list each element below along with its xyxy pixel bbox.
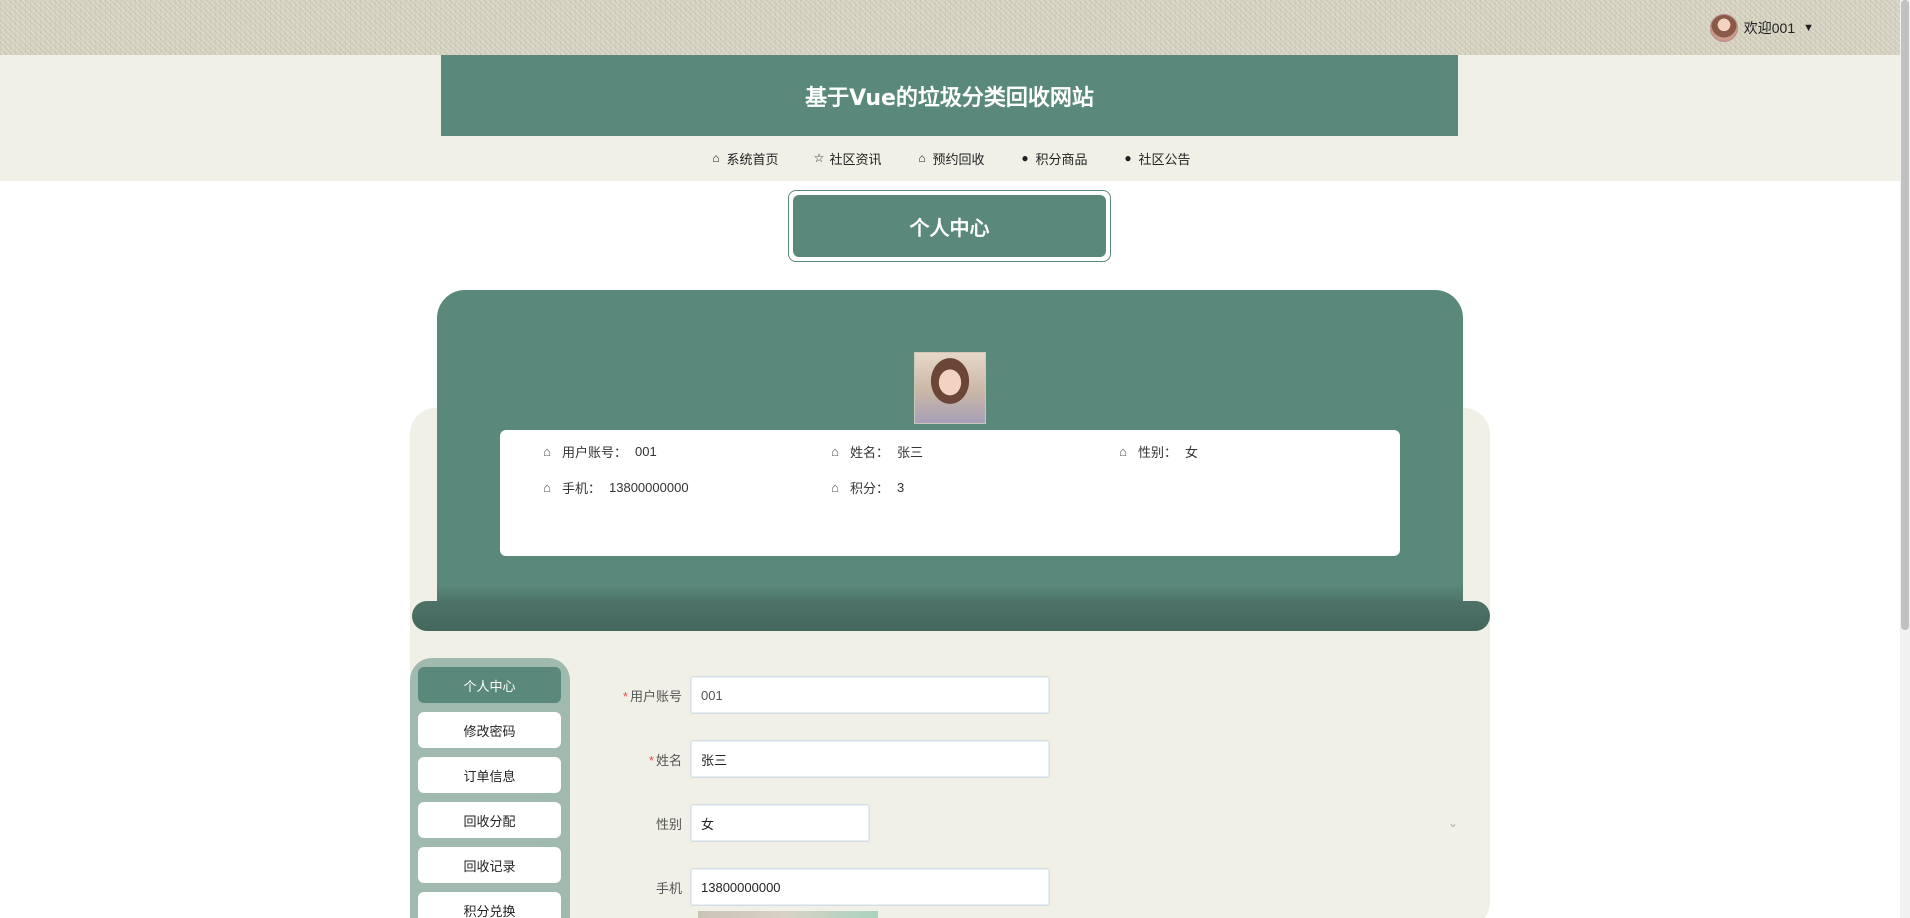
sidebar-item-orders[interactable]: 订单信息 — [418, 757, 561, 793]
name-field[interactable]: 张三 — [690, 740, 1050, 778]
account-label: * 用户账号 — [610, 686, 690, 705]
nav-label[interactable]: 社区资讯 — [829, 149, 881, 168]
caret-down-icon[interactable]: ▼ — [1803, 22, 1814, 34]
nav-label[interactable]: 预约回收 — [932, 149, 984, 168]
user-menu[interactable]: 欢迎001 ▼ — [1709, 14, 1814, 42]
site-title: 基于Vue的垃圾分类回收网站 — [441, 55, 1458, 136]
home-icon: ⌂ — [712, 151, 720, 165]
sidebar: 个人中心 修改密码 订单信息 回收分配 回收记录 积分兑换 — [410, 658, 570, 918]
info-icon: ● — [1021, 151, 1029, 165]
info-value: 001 — [635, 444, 657, 459]
form-row-gender: 性别 女 — [610, 804, 870, 842]
info-phone: ⌂ 手机： 13800000000 — [540, 478, 689, 497]
nav-item-news[interactable]: ☆ 社区资讯 — [812, 146, 882, 170]
welcome-text[interactable]: 欢迎001 — [1744, 18, 1795, 38]
info-value: 13800000000 — [609, 480, 689, 495]
star-icon: ☆ — [813, 151, 825, 165]
name-label: * 姓名 — [610, 750, 690, 769]
sidebar-item-allocation[interactable]: 回收分配 — [418, 802, 561, 838]
sidebar-item-profile[interactable]: 个人中心 — [418, 667, 561, 703]
nav-item-goods[interactable]: ● 积分商品 — [1019, 146, 1088, 170]
gender-label: 性别 — [655, 816, 682, 832]
info-account: ⌂ 用户账号： 001 — [540, 442, 657, 461]
phone-label: 手机 — [655, 880, 682, 896]
main-nav: ⌂ 系统首页 ☆ 社区资讯 ⌂ 预约回收 ● 积分商品 ● 社区公告 — [0, 146, 1900, 170]
info-value: 女 — [1185, 445, 1199, 460]
chevron-down-icon[interactable]: ⌄ — [1448, 816, 1458, 830]
gender-select[interactable]: 女 — [690, 804, 870, 842]
account-label-text: 用户账号 — [629, 688, 682, 704]
sidebar-item-password[interactable]: 修改密码 — [418, 712, 561, 748]
nav-label[interactable]: 社区公告 — [1139, 149, 1191, 168]
sidebar-item-records[interactable]: 回收记录 — [418, 847, 561, 883]
form-row-name: * 姓名 张三 — [610, 740, 1050, 778]
home-icon: ⌂ — [1119, 444, 1127, 459]
page-heading-frame: 个人中心 — [788, 190, 1111, 262]
info-label: 手机： — [562, 481, 602, 496]
info-points: ⌂ 积分： 3 — [828, 478, 904, 497]
form-row-account: * 用户账号 001 — [610, 676, 1050, 714]
info-label: 用户账号： — [562, 445, 628, 460]
required-mark: * — [648, 752, 654, 768]
nav-label[interactable]: 积分商品 — [1036, 149, 1088, 168]
name-label-text: 姓名 — [655, 752, 682, 768]
nav-item-recycle[interactable]: ⌂ 预约回收 — [915, 146, 984, 170]
sidebar-item-exchange[interactable]: 积分兑换 — [418, 892, 561, 918]
nav-item-home[interactable]: ⌂ 系统首页 — [709, 146, 778, 170]
question-icon: ● — [1124, 151, 1132, 165]
home-icon: ⌂ — [831, 480, 839, 495]
info-value: 张三 — [897, 445, 924, 460]
nav-label[interactable]: 系统首页 — [726, 149, 778, 168]
scrollbar[interactable] — [1900, 0, 1910, 918]
scrollbar-thumb[interactable] — [1901, 0, 1909, 630]
form-row-phone: 手机 13800000000 — [610, 868, 1050, 906]
page-title: 个人中心 — [793, 195, 1106, 257]
nav-item-notice[interactable]: ● 社区公告 — [1122, 146, 1191, 170]
profile-info-box: ⌂ 用户账号： 001 ⌂ 姓名： 张三 ⌂ 性别： 女 ⌂ 手机： 13800… — [500, 430, 1400, 556]
info-name: ⌂ 姓名： 张三 — [828, 442, 923, 461]
top-bar — [0, 0, 1900, 55]
bag-icon: ⌂ — [918, 151, 926, 165]
info-label: 姓名： — [850, 445, 890, 460]
phone-field[interactable]: 13800000000 — [690, 868, 1050, 906]
home-icon: ⌂ — [543, 480, 551, 495]
info-gender: ⌂ 性别： 女 — [1116, 442, 1198, 461]
profile-card-base — [412, 601, 1490, 631]
home-icon: ⌂ — [831, 444, 839, 459]
account-field[interactable]: 001 — [690, 676, 1050, 714]
info-value: 3 — [897, 480, 905, 495]
avatar-upload-preview[interactable] — [698, 911, 878, 918]
required-mark: * — [622, 688, 628, 704]
user-avatar[interactable] — [1709, 14, 1738, 42]
profile-photo — [914, 352, 986, 424]
home-icon: ⌂ — [543, 444, 551, 459]
info-label: 性别： — [1138, 445, 1178, 460]
info-label: 积分： — [850, 481, 890, 496]
